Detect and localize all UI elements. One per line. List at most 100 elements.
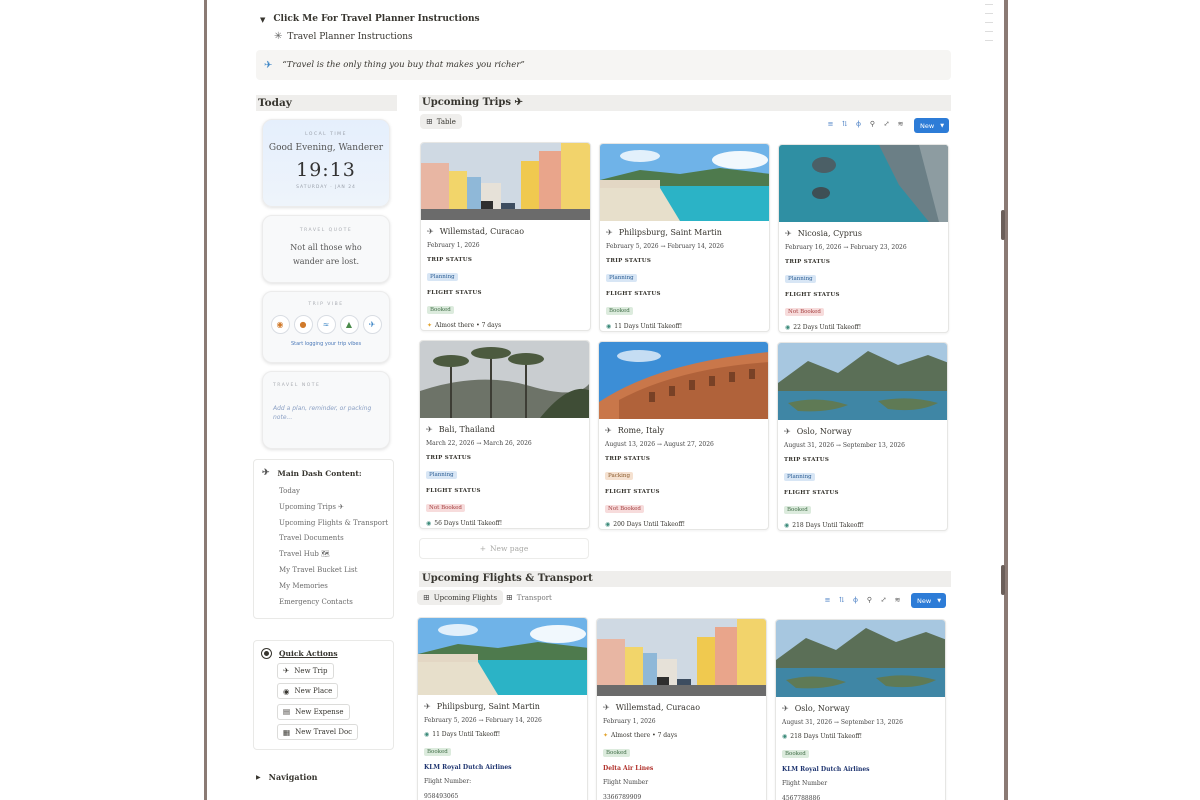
- trip-card[interactable]: ✈ Bali, Thailand March 22, 2026 → March 26…: [419, 340, 590, 529]
- new-expense-button[interactable]: ▤ New Expense: [277, 703, 350, 720]
- trip-card[interactable]: ✈ Philipsburg, Saint Martin February 5, 20…: [599, 143, 770, 332]
- plane-icon[interactable]: ✈: [362, 315, 382, 334]
- expand-icon[interactable]: ⤢: [879, 596, 888, 604]
- countdown-text: 11 Days Until Takeoff!: [432, 731, 501, 738]
- main-dash-link-memories[interactable]: My Memories: [279, 579, 393, 595]
- new-place-button[interactable]: ◉ New Place: [277, 683, 339, 699]
- settings-icon[interactable]: ≋: [896, 120, 905, 128]
- trip-card[interactable]: ✈ Rome, Italy August 13, 2026 → August 27,…: [598, 341, 769, 530]
- trip-status-badge: Planning: [784, 473, 815, 481]
- flight-title: ✈ Oslo, Norway: [782, 701, 939, 715]
- tab-table[interactable]: ⊞ Table: [420, 114, 462, 129]
- trip-card[interactable]: ✈ Oslo, Norway August 31, 2026 → September…: [777, 342, 948, 531]
- main-dash-link-emergency[interactable]: Emergency Contacts: [279, 595, 393, 611]
- countdown: ◉ 11 Days Until Takeoff!: [606, 323, 763, 330]
- notion-page: ▼ Click Me For Travel Planner Instructio…: [210, 0, 1000, 800]
- trip-title: ✈ Willemstad, Curacao: [427, 224, 584, 238]
- date-text: SATURDAY · JAN 24: [296, 185, 356, 190]
- sort-icon[interactable]: ⇅: [840, 120, 849, 128]
- flights-new-button[interactable]: New ▼: [911, 593, 946, 608]
- globe-icon: ◉: [283, 686, 290, 696]
- upcoming-trips-heading: Upcoming Trips ✈: [419, 95, 951, 111]
- compass-icon[interactable]: ◉: [270, 315, 290, 334]
- globe-icon: ✳: [274, 31, 283, 42]
- main-dash-link-flights[interactable]: Upcoming Flights & Transport: [279, 516, 393, 532]
- trip-title-text: Bali, Thailand: [438, 424, 495, 434]
- flight-status-badge: Booked: [424, 748, 451, 756]
- trip-title-text: Willemstad, Curacao: [439, 226, 525, 236]
- trip-date: August 13, 2026 → August 27, 2026: [605, 441, 714, 448]
- gallery-icon: ⊞: [506, 593, 513, 602]
- greeting-text: Good Evening, Wanderer: [268, 143, 384, 153]
- main-dash-link-today[interactable]: Today: [279, 484, 393, 500]
- flight-number-value: 3366789909: [603, 794, 642, 800]
- new-trip-label: New Trip: [294, 666, 328, 675]
- instructions-link[interactable]: ✳ Travel Planner Instructions: [274, 31, 413, 42]
- travel-note-input[interactable]: Add a plan, reminder, or packing note...: [273, 404, 379, 422]
- airline-name: KLM Royal Dutch Airlines: [424, 764, 512, 771]
- sun-icon[interactable]: ●: [293, 315, 313, 334]
- globe-icon: ◉: [782, 733, 788, 740]
- sparkle-icon: ✦: [603, 732, 609, 739]
- vibe-icon-row: ◉ ● ≈ ▲ ✈: [263, 315, 389, 334]
- instructions-toggle[interactable]: ▼ Click Me For Travel Planner Instructio…: [260, 14, 480, 24]
- new-trip-button[interactable]: ✈ New Trip: [277, 662, 334, 679]
- search-icon[interactable]: ⚲: [868, 120, 877, 128]
- new-page-button[interactable]: + New page: [419, 538, 589, 559]
- sort-icon[interactable]: ⇅: [837, 596, 846, 604]
- flight-card[interactable]: ✈ Willemstad, Curacao February 1, 2026 ✦ Alm…: [596, 618, 767, 800]
- navigation-toggle[interactable]: ▶ Navigation: [256, 772, 317, 782]
- globe-icon: ◉: [784, 522, 790, 529]
- flight-title-text: Willemstad, Curacao: [615, 702, 701, 712]
- quick-actions-callout: Quick Actions ✈ New Trip ◉ New Place ▤ New …: [253, 640, 394, 750]
- settings-icon[interactable]: ≋: [893, 596, 902, 604]
- search-icon[interactable]: ⚲: [865, 596, 874, 604]
- trip-date: February 1, 2026: [427, 242, 480, 249]
- flight-card-body: ✈ Philipsburg, Saint Martin February 5, 20…: [418, 695, 587, 800]
- document-icon: ▦: [283, 727, 291, 737]
- filter-icon[interactable]: ≡: [826, 120, 835, 128]
- trip-cover-image: [421, 143, 590, 220]
- trip-cover-image: [600, 144, 769, 221]
- main-dash-link-upcoming-trips[interactable]: Upcoming Trips ✈: [279, 500, 393, 516]
- automation-icon[interactable]: ϕ: [854, 120, 863, 128]
- main-dash-callout: ✈ Main Dash Content: Today Upcoming Trip…: [253, 459, 394, 619]
- countdown-text: 56 Days Until Takeoff!: [434, 520, 503, 527]
- trip-card[interactable]: ✈ Willemstad, Curacao February 1, 2026 TRIP…: [420, 142, 591, 331]
- countdown: ◉ 200 Days Until Takeoff!: [605, 521, 762, 528]
- trip-card-body: ✈ Rome, Italy August 13, 2026 → August 27,…: [599, 419, 768, 528]
- trip-status-badge: Planning: [785, 275, 816, 283]
- new-travel-doc-button[interactable]: ▦ New Travel Doc: [277, 724, 359, 740]
- flight-card[interactable]: ✈ Philipsburg, Saint Martin February 5, 20…: [417, 617, 588, 800]
- flight-card[interactable]: ✈ Oslo, Norway August 31, 2026 → September…: [775, 619, 946, 800]
- countdown: ◉ 56 Days Until Takeoff!: [426, 520, 583, 527]
- filter-icon[interactable]: ≡: [823, 596, 832, 604]
- expand-icon[interactable]: ⤢: [882, 120, 891, 128]
- tab-upcoming-flights[interactable]: ⊞ Upcoming Flights: [417, 590, 504, 605]
- main-dash-link-documents[interactable]: Travel Documents: [279, 531, 393, 547]
- globe-icon: ◉: [785, 324, 791, 331]
- trips-new-button[interactable]: New ▼: [914, 118, 949, 133]
- flight-cover-image: [418, 618, 587, 695]
- wave-icon[interactable]: ≈: [316, 315, 336, 334]
- travel-quote-widget: TRAVEL QUOTE Not all those who wander ar…: [262, 215, 390, 283]
- tab-transport[interactable]: ⊞ Transport: [500, 590, 558, 605]
- travel-quote-text: Not all those who wander are lost.: [290, 243, 362, 266]
- flight-date: February 5, 2026 → February 14, 2026: [424, 717, 542, 724]
- main-dash-link-travel-hub[interactable]: Travel Hub 🗺: [279, 547, 393, 563]
- countdown: ◉ 22 Days Until Takeoff!: [785, 324, 942, 331]
- airplane-icon: ✈: [426, 424, 433, 434]
- countdown: ✦ Almost there • 7 days: [603, 732, 760, 739]
- device-button-bottom: [1001, 565, 1005, 595]
- trip-vibe-cta[interactable]: Start logging your trip vibes: [263, 341, 389, 347]
- flight-status-badge: Not Booked: [785, 308, 824, 316]
- automation-icon[interactable]: ϕ: [851, 596, 860, 604]
- main-dash-link-bucket-list[interactable]: My Travel Bucket List: [279, 563, 393, 579]
- device-frame-right: [1004, 0, 1008, 800]
- island-icon[interactable]: ▲: [339, 315, 359, 334]
- money-icon: ▤: [283, 707, 291, 716]
- trip-title-text: Oslo, Norway: [796, 426, 852, 436]
- trip-card[interactable]: ✈ Nicosia, Cyprus February 16, 2026 → Febr…: [778, 144, 949, 333]
- countdown-text: 218 Days Until Takeoff!: [792, 522, 865, 529]
- tab-table-label: Table: [436, 117, 456, 126]
